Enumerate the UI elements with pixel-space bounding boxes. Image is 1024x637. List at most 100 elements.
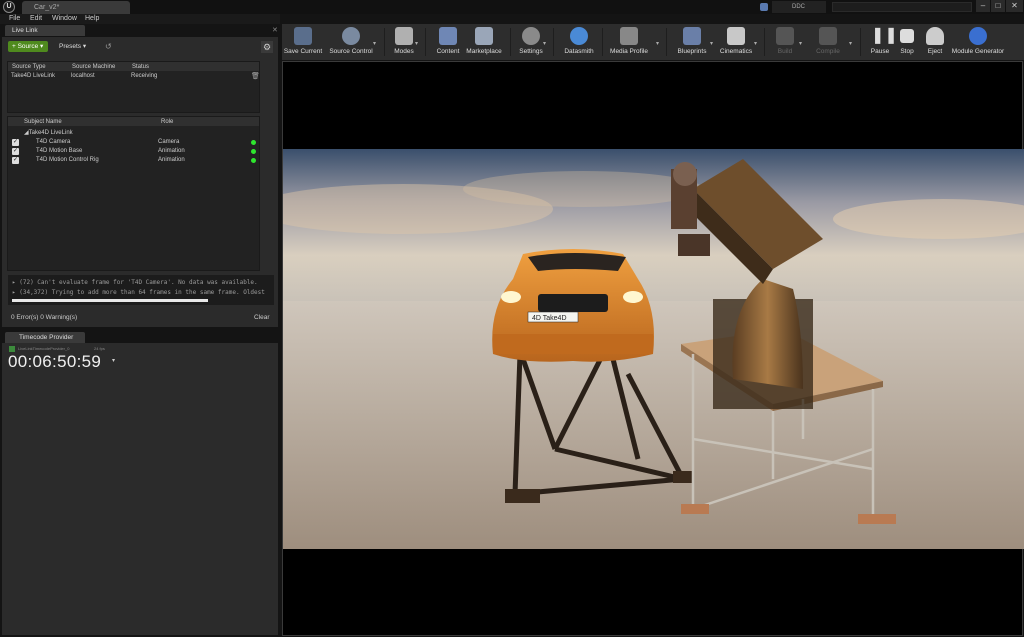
minimize-button[interactable]: – (976, 0, 990, 12)
timecode-provider-name: LiveLinkTimecodeProvider_0 (18, 346, 70, 351)
media-profile-dropdown-icon[interactable]: ▾ (656, 40, 659, 47)
gear-icon (522, 27, 540, 45)
presets-button[interactable]: Presets ▾ (55, 41, 99, 52)
list-item[interactable]: ✓ T4D Motion Base Animation (8, 147, 259, 156)
close-button[interactable]: ✕ (1006, 0, 1023, 12)
settings-dropdown-icon[interactable]: ▾ (543, 40, 546, 47)
table-row[interactable]: Take4D LiveLink localhost Receiving 🗑 (8, 72, 260, 81)
col-subject-name[interactable]: Subject Name (24, 119, 62, 125)
ddc-indicator[interactable]: DDC (772, 1, 826, 13)
undo-icon[interactable]: ↺ (105, 42, 112, 51)
blueprints-button[interactable]: Blueprints (674, 24, 710, 60)
scene-render: 4D Take4D (283, 149, 1024, 549)
marketplace-label: Marketplace (466, 48, 502, 55)
subject-group[interactable]: ◢Take4D LiveLink (24, 129, 73, 136)
modes-button[interactable]: Modes (390, 24, 418, 60)
module-generator-icon (969, 27, 987, 45)
menu-file[interactable]: File (9, 14, 20, 24)
tab-live-link[interactable]: Live Link (5, 25, 85, 36)
cinematics-label: Cinematics (719, 48, 753, 55)
sources-table: Source Type Source Machine Status Take4D… (7, 61, 260, 113)
col-status[interactable]: Status (132, 64, 149, 70)
toolbar-separator (553, 28, 554, 56)
level-viewport[interactable]: 4D Take4D (282, 61, 1024, 636)
build-button[interactable]: Build (770, 24, 800, 60)
toolbar-separator (510, 28, 511, 56)
source-control-dropdown-icon[interactable]: ▾ (373, 40, 376, 47)
menu-edit[interactable]: Edit (30, 14, 42, 24)
source-machine-cell: localhost (71, 73, 95, 79)
pause-icon: ❚❚ (871, 27, 898, 44)
datasmith-label: Datasmith (564, 48, 594, 55)
menu-help[interactable]: Help (85, 14, 99, 24)
menu-bar: File Edit Window Help (0, 14, 280, 24)
toolbar-separator (666, 28, 667, 56)
document-tab[interactable]: Car_v2* (22, 1, 130, 14)
list-item[interactable]: ✓ T4D Motion Control Rig Animation (8, 156, 259, 165)
source-type-cell: Take4D LiveLink (11, 73, 56, 79)
compile-button[interactable]: Compile (808, 24, 848, 60)
marketplace-button[interactable]: Marketplace (465, 24, 503, 60)
blueprints-label: Blueprints (677, 48, 707, 55)
subject-name: T4D Camera (36, 139, 71, 145)
license-plate: 4D Take4D (532, 315, 567, 322)
datasmith-icon (570, 27, 588, 45)
subject-checkbox[interactable]: ✓ (12, 157, 19, 164)
add-source-button[interactable]: + Source ▾ (8, 41, 48, 52)
list-item[interactable]: ✓ T4D Camera Camera (8, 138, 259, 147)
compile-dropdown-icon[interactable]: ▾ (849, 40, 852, 47)
media-profile-icon (620, 27, 638, 45)
toolbar-separator (425, 28, 426, 56)
menu-window[interactable]: Window (52, 14, 77, 24)
status-dot (251, 158, 256, 163)
cinematics-dropdown-icon[interactable]: ▾ (754, 40, 757, 47)
subject-role: Camera (158, 139, 180, 145)
search-input[interactable] (832, 2, 972, 12)
content-button[interactable]: Content (432, 24, 464, 60)
tab-timecode-provider[interactable]: Timecode Provider (5, 332, 85, 343)
stop-button[interactable]: Stop (894, 24, 920, 60)
message-log[interactable]: ▸ (72) Can't evaluate frame for 'T4D Cam… (8, 275, 274, 305)
settings-button[interactable]: Settings (516, 24, 546, 60)
modes-icon (395, 27, 413, 45)
subjects-table: Subject Name Role ◢Take4D LiveLink ✓ T4D… (7, 116, 260, 271)
blueprints-dropdown-icon[interactable]: ▾ (710, 40, 713, 47)
source-control-button[interactable]: Source Control (326, 24, 376, 60)
modes-dropdown-icon[interactable]: ▾ (415, 40, 418, 47)
motion-base-foot (673, 471, 693, 483)
ddc-label: DDC (792, 4, 805, 10)
cinematics-button[interactable]: Cinematics (717, 24, 755, 60)
media-profile-button[interactable]: Media Profile (608, 24, 650, 60)
trash-icon[interactable]: 🗑 (251, 72, 260, 80)
viewport-scene[interactable]: 4D Take4D (283, 149, 1024, 549)
timecode-dropdown-icon[interactable]: ▾ (112, 357, 115, 364)
clear-button[interactable]: Clear (254, 314, 270, 321)
settings-gear-icon[interactable]: ⚙ (261, 41, 273, 53)
build-dropdown-icon[interactable]: ▾ (799, 40, 802, 47)
subject-checkbox[interactable]: ✓ (12, 139, 19, 146)
module-generator-button[interactable]: Module Generator (950, 24, 1006, 60)
close-tab-icon[interactable]: ✕ (272, 26, 278, 34)
unreal-logo-icon[interactable]: U (3, 1, 15, 13)
datasmith-button[interactable]: Datasmith (561, 24, 597, 60)
log-scrollbar[interactable] (12, 299, 208, 302)
eject-label: Eject (927, 48, 943, 55)
status-dot (251, 140, 256, 145)
maximize-button[interactable]: □ (991, 0, 1005, 12)
col-role[interactable]: Role (161, 119, 173, 125)
subject-role: Animation (158, 157, 185, 163)
cinematics-icon (727, 27, 745, 45)
save-current-label: Save Current (283, 48, 323, 55)
cloud (463, 171, 703, 207)
col-source-machine[interactable]: Source Machine (72, 64, 115, 70)
pause-button[interactable]: ❚❚ Pause (866, 24, 898, 60)
subject-checkbox[interactable]: ✓ (12, 148, 19, 155)
source-control-icon (342, 27, 360, 45)
eject-button[interactable]: Eject (922, 24, 948, 60)
notification-icon[interactable] (760, 3, 768, 11)
col-source-type[interactable]: Source Type (12, 64, 46, 70)
timecode-panel: LiveLinkTimecodeProvider_0 24 fps 00:06:… (2, 343, 278, 635)
marketplace-icon (475, 27, 493, 45)
status-dot (251, 149, 256, 154)
save-current-button[interactable]: Save Current (282, 24, 324, 60)
